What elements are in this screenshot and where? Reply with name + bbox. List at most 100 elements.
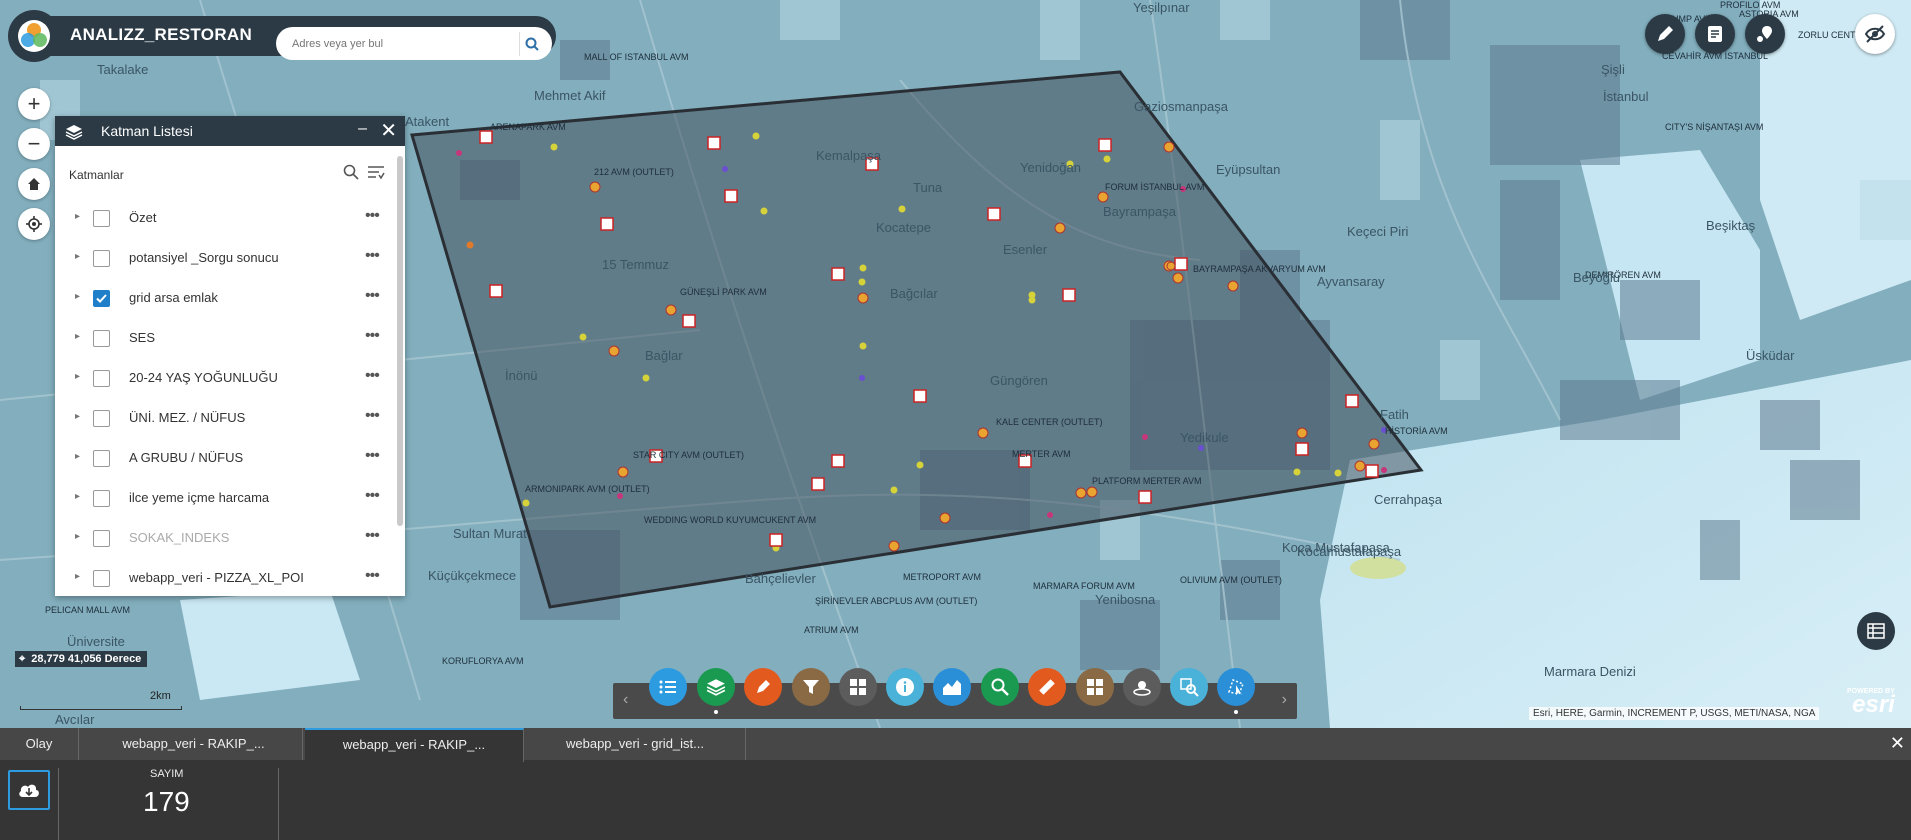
search-icon[interactable] [343, 164, 359, 180]
locate-button[interactable] [18, 208, 50, 240]
tab-rakip-1[interactable]: webapp_veri - RAKIP_... [85, 728, 303, 760]
more-options-icon[interactable]: ••• [365, 447, 380, 465]
layer-item[interactable]: ▸ ilce yeme içme harcama ••• [55, 478, 385, 518]
active-indicator [1234, 710, 1238, 714]
layer-checkbox[interactable] [93, 490, 110, 507]
analysis-icon[interactable] [1170, 668, 1208, 706]
close-icon[interactable]: ✕ [1890, 733, 1905, 754]
more-options-icon[interactable]: ••• [365, 287, 380, 305]
layer-checkbox[interactable] [93, 330, 110, 347]
place-label: Cerrahpaşa [1374, 492, 1442, 507]
map-label: FORUM İSTANBUL AVM [1105, 182, 1205, 192]
layer-list-panel: Katman Listesi – ✕ Katmanlar ▸ Özet ••• ▸ po… [55, 116, 405, 596]
query-icon[interactable] [981, 668, 1019, 706]
layer-item[interactable]: ▸ potansiyel _Sorgu sonucu ••• [55, 238, 385, 278]
layer-label: grid arsa emlak [129, 290, 218, 305]
place-label: Koca Mustafapaşa [1282, 540, 1390, 555]
place-label: 15 Temmuz [602, 257, 669, 272]
locate-icon [26, 216, 42, 232]
layer-item[interactable]: ▸ webapp_veri - PIZZA_XL_POI ••• [55, 558, 385, 598]
close-icon[interactable]: ✕ [380, 118, 397, 143]
check-icon [96, 294, 107, 303]
more-options-icon[interactable]: ••• [365, 567, 380, 585]
grid-icon[interactable] [1076, 668, 1114, 706]
tab-rakip-2[interactable]: webapp_veri - RAKIP_... [305, 728, 524, 762]
map-attribution: Esri, HERE, Garmin, INCREMENT P, USGS, M… [1529, 707, 1820, 720]
attribute-table-button[interactable] [1857, 612, 1895, 650]
more-options-icon[interactable]: ••• [365, 247, 380, 265]
basemap-icon[interactable] [839, 668, 877, 706]
layer-item[interactable]: ▸ 20-24 YAŞ YOĞUNLUĞU ••• [55, 358, 385, 398]
toolbar-prev-button[interactable]: ‹ [623, 691, 628, 709]
layer-label: SES [129, 330, 156, 345]
download-button[interactable] [8, 770, 50, 810]
place-label: Kemalpaşa [816, 148, 882, 163]
tab-grid[interactable]: webapp_veri - grid_ist... [525, 728, 746, 760]
notes-icon [1708, 26, 1722, 42]
scrollbar[interactable] [397, 156, 403, 526]
layer-checkbox[interactable] [93, 410, 110, 427]
layer-checkbox[interactable] [93, 450, 110, 467]
table-tabs: Olay webapp_veri - RAKIP_... webapp_veri… [0, 728, 1911, 762]
measure-tool-button[interactable] [1645, 14, 1685, 54]
tab-olay[interactable]: Olay [0, 728, 79, 760]
chevron-right-icon[interactable]: ▸ [75, 251, 80, 262]
chevron-right-icon[interactable]: ▸ [75, 211, 80, 222]
layer-checkbox[interactable] [93, 290, 110, 307]
map-label: PROFILO AVM [1720, 0, 1781, 10]
directions-button[interactable] [1745, 14, 1785, 54]
chevron-right-icon[interactable]: ▸ [75, 371, 80, 382]
locate-icon[interactable] [1123, 668, 1161, 706]
layer-checkbox[interactable] [93, 570, 110, 587]
more-options-icon[interactable]: ••• [365, 487, 380, 505]
layer-item[interactable]: ▸ SOKAK_INDEKS ••• [55, 518, 385, 558]
layer-item[interactable]: ▸ grid arsa emlak ••• [55, 278, 385, 318]
more-options-icon[interactable]: ••• [365, 407, 380, 425]
crosshair-icon: ⌖ [19, 652, 26, 665]
search-button[interactable] [519, 32, 544, 56]
layers-icon[interactable] [697, 668, 735, 706]
more-options-icon[interactable]: ••• [365, 367, 380, 385]
place-label: Keçeci Piri [1347, 224, 1409, 239]
filter-list-icon[interactable] [367, 164, 385, 180]
select-icon[interactable] [1217, 668, 1255, 706]
filter-icon[interactable] [792, 668, 830, 706]
place-label: Bayrampaşa [1103, 204, 1176, 219]
draw-icon[interactable] [744, 668, 782, 706]
toggle-visibility-button[interactable] [1855, 14, 1895, 54]
search-input[interactable] [290, 34, 504, 54]
place-label: İstanbul [1603, 89, 1649, 104]
zoom-out-button[interactable]: − [18, 128, 50, 160]
map-label: MERTER AVM [1012, 449, 1071, 459]
chevron-right-icon[interactable]: ▸ [75, 451, 80, 462]
layer-item[interactable]: ▸ SES ••• [55, 318, 385, 358]
zoom-in-button[interactable]: + [18, 88, 50, 120]
chevron-right-icon[interactable]: ▸ [75, 331, 80, 342]
measure-icon[interactable] [1028, 668, 1066, 706]
layer-item[interactable]: ▸ A GRUBU / NÜFUS ••• [55, 438, 385, 478]
list-icon[interactable] [649, 668, 687, 706]
layer-item[interactable]: ▸ ÜNİ. MEZ. / NÜFUS ••• [55, 398, 385, 438]
more-options-icon[interactable]: ••• [365, 207, 380, 225]
notes-button[interactable] [1695, 14, 1735, 54]
chevron-right-icon[interactable]: ▸ [75, 491, 80, 502]
chart-icon[interactable] [933, 668, 971, 706]
toolbar-next-button[interactable]: › [1282, 691, 1287, 709]
more-options-icon[interactable]: ••• [365, 327, 380, 345]
chevron-right-icon[interactable]: ▸ [75, 571, 80, 582]
chevron-right-icon[interactable]: ▸ [75, 411, 80, 422]
layer-checkbox[interactable] [93, 210, 110, 227]
search-box[interactable] [276, 27, 552, 60]
divider [278, 768, 279, 840]
chevron-right-icon[interactable]: ▸ [75, 291, 80, 302]
map-label: ARENAPARK AVM [490, 122, 566, 132]
layer-checkbox[interactable] [93, 250, 110, 267]
minimize-button[interactable]: – [358, 120, 367, 138]
layer-item[interactable]: ▸ Özet ••• [55, 198, 385, 238]
info-icon[interactable] [886, 668, 924, 706]
chevron-right-icon[interactable]: ▸ [75, 531, 80, 542]
layer-checkbox[interactable] [93, 370, 110, 387]
layer-checkbox[interactable] [93, 530, 110, 547]
more-options-icon[interactable]: ••• [365, 527, 380, 545]
home-button[interactable] [18, 168, 50, 200]
